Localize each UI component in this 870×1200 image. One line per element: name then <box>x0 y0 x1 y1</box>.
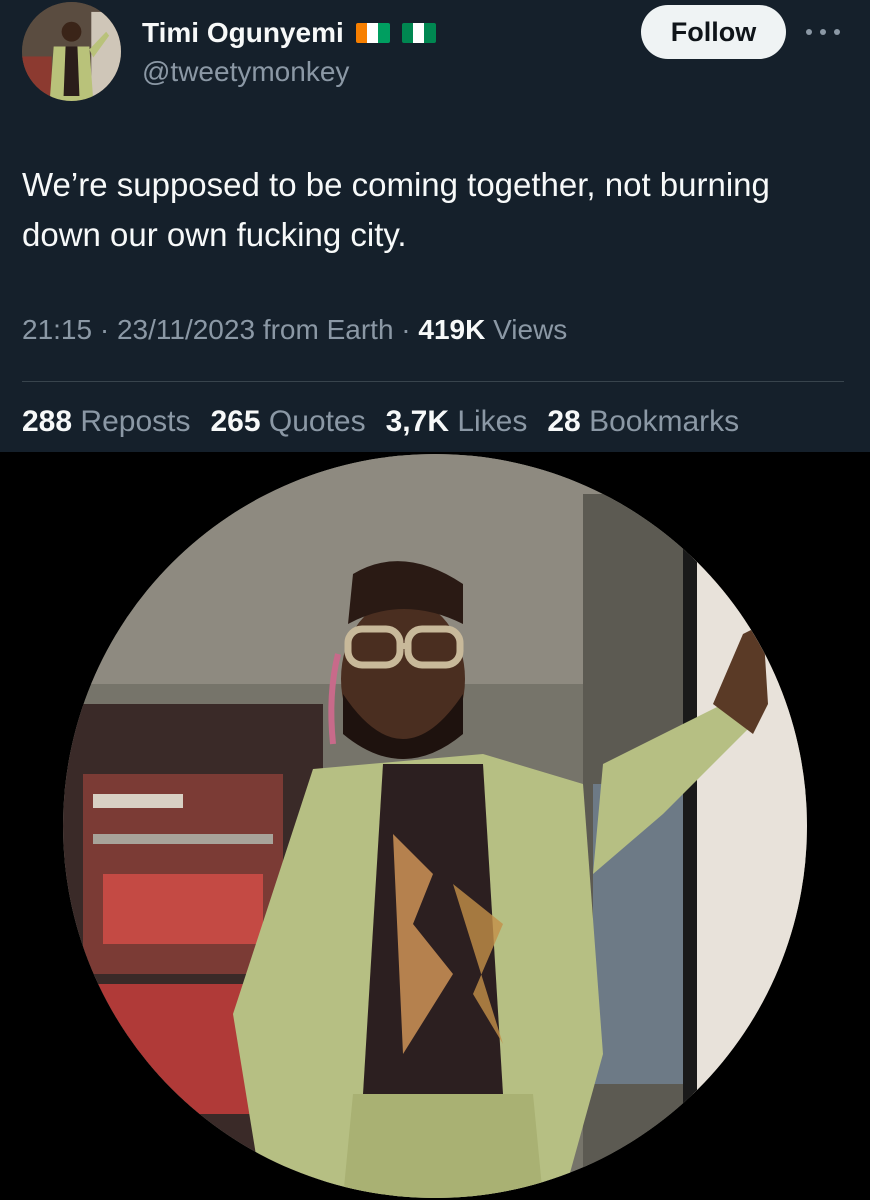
quotes-stat[interactable]: 265 Quotes <box>210 405 365 439</box>
views-label: Views <box>493 314 568 345</box>
profile-photo[interactable] <box>63 454 807 1198</box>
attached-photo-area <box>0 452 870 1200</box>
likes-label: Likes <box>457 405 528 438</box>
author-handle[interactable]: @tweetymonkey <box>142 56 349 88</box>
nigeria-flag-icon <box>401 23 436 43</box>
likes-count: 3,7K <box>385 405 449 438</box>
engagement-stats: 288 Reposts 265 Quotes 3,7K Likes 28 Boo… <box>22 405 759 439</box>
author-display-name[interactable]: Timi Ogunyemi <box>142 17 344 49</box>
tweet-card: Timi Ogunyemi @tweetymonkey Follow We’re… <box>0 0 870 452</box>
quotes-label: Quotes <box>268 405 366 438</box>
person-photo-icon <box>63 454 807 1198</box>
meta-separator: · <box>99 314 110 345</box>
tweet-time[interactable]: 21:15 <box>22 314 92 345</box>
avatar-photo-icon <box>22 2 121 101</box>
reposts-stat[interactable]: 288 Reposts <box>22 405 190 439</box>
bookmarks-count: 28 <box>547 405 581 438</box>
reposts-count: 288 <box>22 405 73 438</box>
more-options-icon[interactable] <box>806 18 840 46</box>
meta-separator: · <box>401 314 411 345</box>
divider <box>22 381 844 382</box>
quotes-count: 265 <box>210 405 261 438</box>
views-count: 419K <box>418 314 486 345</box>
author-name-row: Timi Ogunyemi <box>142 14 436 52</box>
tweet-date[interactable]: 23/11/2023 <box>117 314 255 345</box>
bookmarks-stat[interactable]: 28 Bookmarks <box>547 405 739 439</box>
tweet-text: We’re supposed to be coming together, no… <box>22 166 770 253</box>
tweet-meta: 21:15 · 23/11/2023 from Earth · 419K Vie… <box>22 314 567 346</box>
author-avatar[interactable] <box>22 2 121 101</box>
cote-divoire-flag-icon <box>355 23 390 43</box>
follow-button[interactable]: Follow <box>641 5 786 59</box>
reposts-label: Reposts <box>80 405 191 438</box>
bookmarks-label: Bookmarks <box>589 405 740 438</box>
tweet-source: from Earth <box>262 314 394 345</box>
likes-stat[interactable]: 3,7K Likes <box>386 405 528 439</box>
